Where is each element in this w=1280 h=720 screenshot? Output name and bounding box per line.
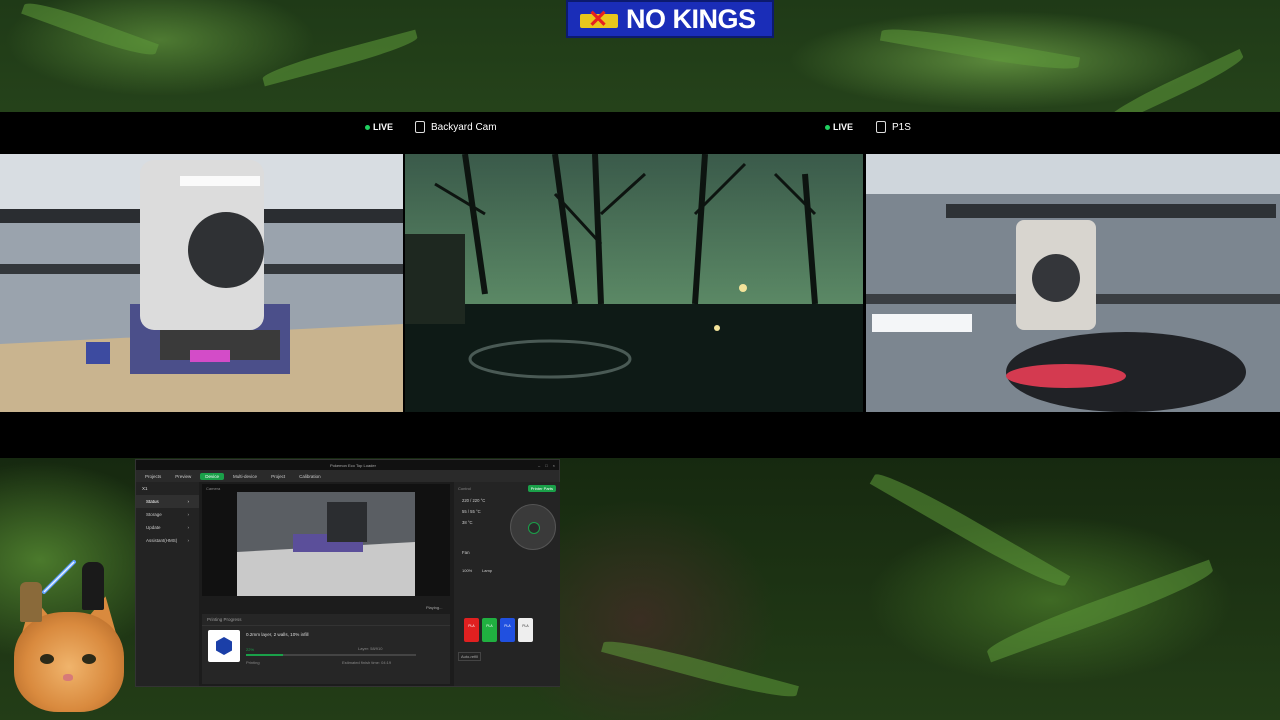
- live-dot-icon: [824, 124, 830, 130]
- printer-app-window[interactable]: Pokemon Eco Top Loader – □ × Projects Pr…: [135, 459, 560, 687]
- spool-slot-4[interactable]: PLA: [518, 618, 533, 642]
- app-title-bar: Pokemon Eco Top Loader – □ ×: [136, 460, 559, 470]
- tab-multi-device[interactable]: Multi-device: [228, 473, 262, 480]
- camera-panel-p1s[interactable]: P1S: [866, 112, 1280, 458]
- home-icon[interactable]: [528, 522, 540, 534]
- phone-icon: [876, 121, 886, 133]
- progress-percent: 22%: [246, 647, 255, 652]
- printer-parts-button[interactable]: Printer Parts: [527, 485, 556, 492]
- cat-face: [14, 612, 124, 712]
- print-status: Printing: [246, 660, 260, 665]
- chevron-right-icon: ›: [187, 512, 190, 517]
- crown-icon: ✕: [574, 4, 626, 34]
- sidebar-item-label: Storage: [146, 512, 162, 517]
- phone-icon: [415, 121, 425, 133]
- live-indicator: LIVE: [824, 122, 853, 132]
- chevron-right-icon: ›: [187, 538, 190, 543]
- fan-control[interactable]: Fan: [462, 550, 470, 555]
- sidebar-item-storage[interactable]: Storage ›: [136, 508, 199, 521]
- camera-title: P1S: [892, 121, 911, 133]
- chevron-right-icon: ›: [187, 499, 190, 504]
- cat-overlay: [0, 560, 132, 720]
- vader-figure: [82, 562, 104, 610]
- estimated-finish: Estimated finish time: 04:19: [342, 660, 392, 665]
- camera-feed: [0, 154, 403, 412]
- tab-project[interactable]: Project: [266, 473, 290, 480]
- sidebar-item-label: Update: [146, 525, 161, 530]
- live-label: LIVE: [832, 122, 853, 132]
- model-thumbnail: [208, 630, 240, 662]
- lamp-control[interactable]: Lamp: [482, 568, 492, 573]
- speed-control[interactable]: 100%: [462, 568, 472, 573]
- camera-feed: [405, 154, 863, 412]
- close-icon[interactable]: ×: [553, 463, 555, 468]
- tab-projects[interactable]: Projects: [140, 473, 166, 480]
- control-label: Control: [458, 486, 471, 491]
- progress-bar-fill: [246, 654, 284, 656]
- print-description: 0.2mm layer, 2 walls, 10% infill: [246, 632, 309, 637]
- progress-bar: [246, 654, 416, 656]
- tab-calibration[interactable]: Calibration: [294, 473, 326, 480]
- sidebar-item-assistant[interactable]: Assistant(HMS) ›: [136, 534, 199, 547]
- hexagon-model-icon: [216, 637, 232, 655]
- app-camera-view[interactable]: Camera: [202, 484, 450, 596]
- live-dot-icon: [364, 124, 370, 130]
- layer-count: Layer: 58/910: [358, 646, 383, 651]
- app-sidebar: X1 Status › Storage › Update › Assistant(HM…: [136, 482, 199, 686]
- progress-title: Printing Progress: [202, 614, 450, 626]
- live-indicator: LIVE: [364, 122, 393, 132]
- sidebar-item-update[interactable]: Update ›: [136, 521, 199, 534]
- sidebar-item-label: Assistant(HMS): [146, 538, 178, 543]
- auto-refill-button[interactable]: Auto-refill: [458, 652, 481, 661]
- cat-eye: [40, 654, 54, 664]
- camera-feed: [866, 154, 1280, 412]
- spool-slot-2[interactable]: PLA: [482, 618, 497, 642]
- app-window-title: Pokemon Eco Top Loader: [330, 462, 376, 468]
- tab-device[interactable]: Device: [200, 472, 225, 480]
- live-label: LIVE: [372, 122, 393, 132]
- chevron-right-icon: ›: [187, 525, 190, 530]
- minimize-icon[interactable]: –: [538, 463, 540, 468]
- no-kings-banner: ✕ NO KINGS: [566, 0, 774, 38]
- printer-feed-image: [0, 154, 403, 412]
- sidebar-item-status[interactable]: Status ›: [136, 495, 199, 508]
- nozzle-temp[interactable]: 220 / 220 °C: [454, 495, 560, 506]
- control-panel: Control Printer Parts 220 / 220 °C 55 / 5…: [454, 482, 560, 686]
- axis-control-dial[interactable]: [510, 504, 556, 550]
- lightsaber-icon: [42, 560, 76, 594]
- printer-selector[interactable]: X1: [136, 482, 199, 495]
- sidebar-item-label: Status: [146, 499, 159, 504]
- cat-eye: [82, 654, 96, 664]
- app-tabs: Projects Preview Device Multi-device Pro…: [136, 470, 559, 482]
- jedi-figure: [20, 582, 42, 622]
- camera-title: Backyard Cam: [431, 121, 497, 133]
- ams-spools: PLA PLA PLA PLA: [464, 618, 533, 642]
- tab-preview[interactable]: Preview: [170, 473, 196, 480]
- camera-panel-backyard[interactable]: Backyard Cam LIVE: [405, 112, 863, 458]
- spool-slot-1[interactable]: PLA: [464, 618, 479, 642]
- camera-label: Camera: [206, 486, 221, 491]
- playing-status: Playing...: [426, 605, 443, 610]
- spool-slot-3[interactable]: PLA: [500, 618, 515, 642]
- maximize-icon[interactable]: □: [545, 463, 547, 468]
- camera-panel-printer-1[interactable]: LIVE: [0, 112, 403, 458]
- printing-progress-panel: Printing Progress 0.2mm layer, 2 walls, …: [202, 614, 450, 684]
- p1s-feed-image: [866, 154, 1280, 412]
- cat-nose: [63, 674, 73, 681]
- banner-text: NO KINGS: [626, 3, 756, 34]
- app-camera-feed: [237, 492, 415, 596]
- backyard-feed-image: [405, 154, 863, 412]
